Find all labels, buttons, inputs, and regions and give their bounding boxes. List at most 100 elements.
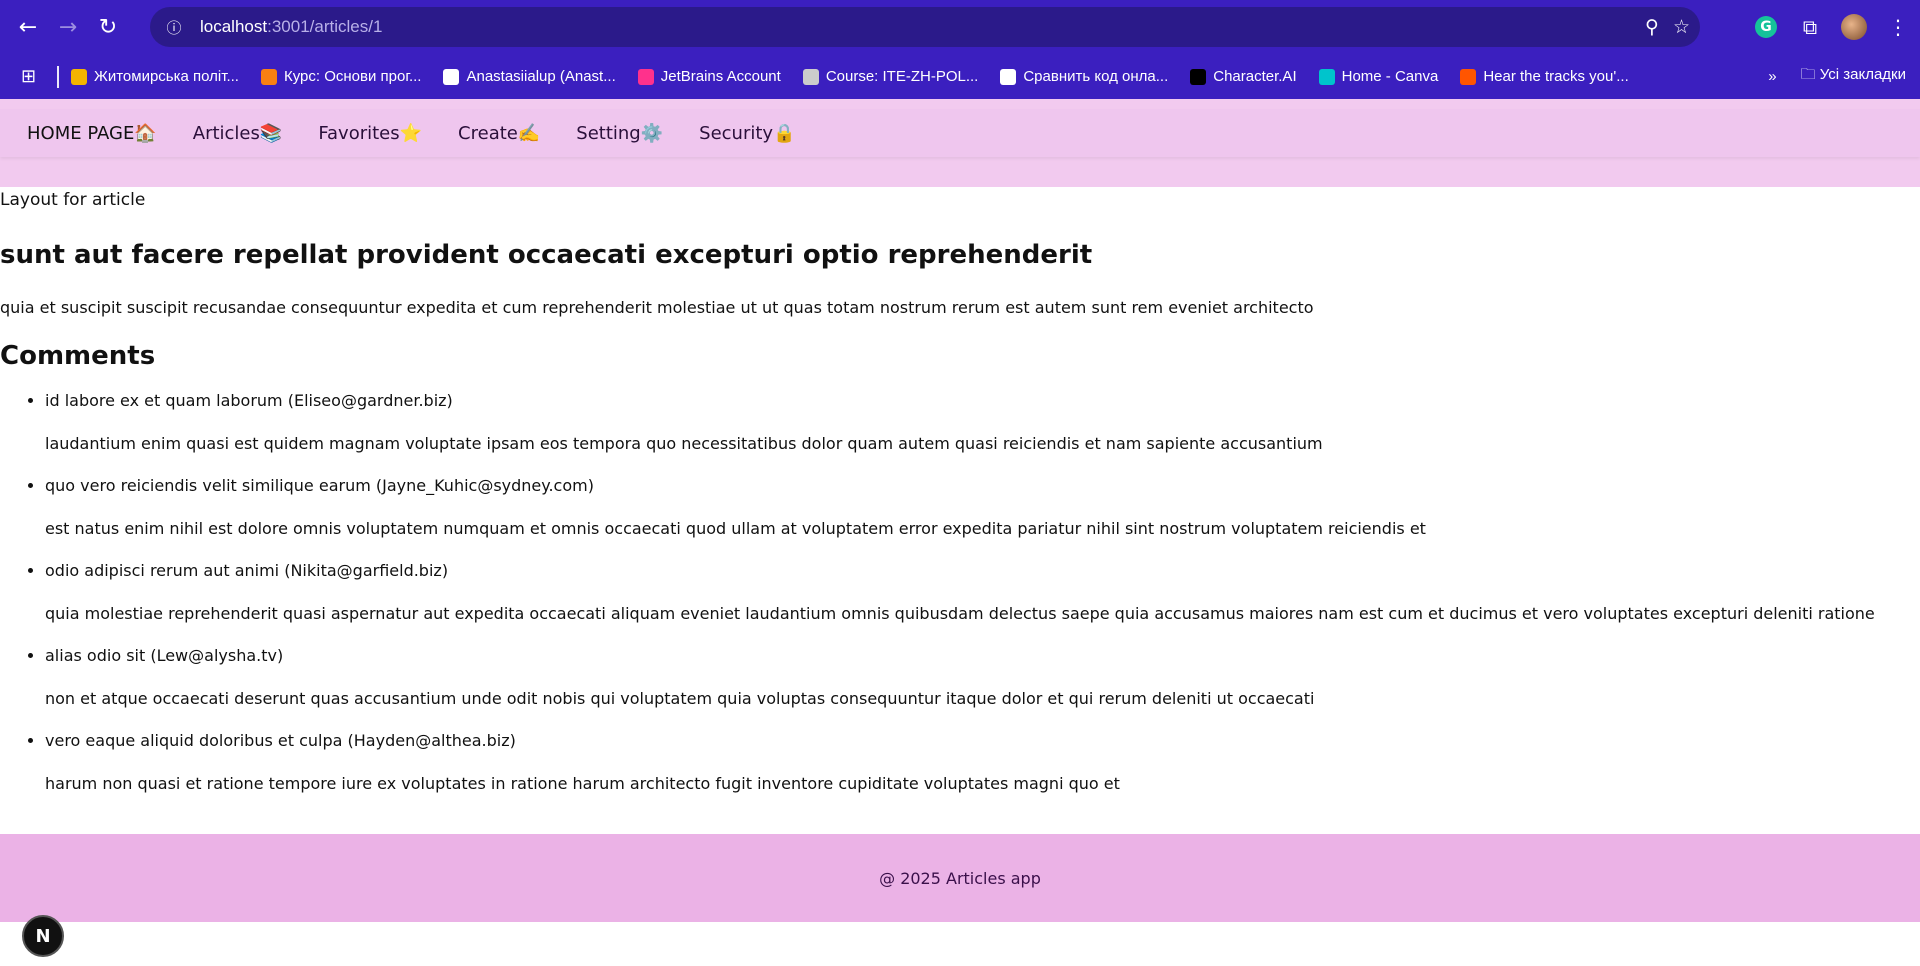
bookmark-item[interactable]: Course: ITE-ZH-POL...	[802, 68, 979, 85]
bookmark-item[interactable]: Anastasiialup (Anast...	[443, 68, 616, 85]
footer-copyright: @ 2025 Articles app	[879, 868, 1041, 888]
back-icon[interactable]: ←	[8, 7, 48, 47]
comment-email-close-paren: )	[446, 391, 453, 410]
nav-home[interactable]: HOME PAGE🏠	[27, 123, 157, 144]
url-text[interactable]: localhost:3001/articles/1	[200, 17, 382, 37]
bookmark-item[interactable]: Character.AI	[1190, 68, 1297, 85]
bookmark-label: Hear the tracks you'...	[1483, 68, 1629, 85]
comment-email-open-paren: (	[145, 646, 157, 665]
zoom-icon[interactable]: ⚲	[1645, 16, 1659, 38]
comment-email: Lew@alysha.tv	[156, 646, 277, 665]
comment-name: vero eaque aliquid doloribus et culpa	[45, 731, 343, 750]
article-body: quia et suscipit suscipit recusandae con…	[0, 298, 1314, 317]
comment-body: harum non quasi et ratione tempore iure …	[45, 774, 1120, 793]
comment-email-open-paren: (	[342, 731, 354, 750]
page-footer: @ 2025 Articles app	[0, 834, 1920, 922]
comment-item: quo vero reiciendis velit similique earu…	[45, 474, 1920, 541]
google-style-icon	[71, 68, 87, 85]
comment-body: quia molestiae reprehenderit quasi asper…	[45, 604, 1875, 623]
nav-create[interactable]: Create✍️	[458, 123, 540, 144]
bookmark-label: Житомирська політ...	[94, 68, 239, 85]
layout-label: Layout for article	[0, 190, 146, 210]
jetbrains-icon	[637, 68, 654, 85]
comment-header: vero eaque aliquid doloribus et culpa (H…	[45, 729, 1920, 753]
bookmark-label: Курс: Основи прог...	[283, 68, 422, 85]
comments-list: id labore ex et quam laborum (Eliseo@gar…	[0, 389, 1920, 796]
bookmarks-bar: ⊞ Житомирська політ... Курс: Основи прог.…	[0, 54, 1920, 99]
url-path: :3001/articles/1	[267, 17, 383, 36]
comment-name: id labore ex et quam laborum	[45, 391, 283, 410]
bookmark-star-icon[interactable]: ☆	[1673, 16, 1690, 38]
apps-grid-icon[interactable]: ⊞	[21, 66, 45, 87]
comment-header: quo vero reiciendis velit similique earu…	[45, 474, 1920, 498]
bookmark-item[interactable]: Home - Canva	[1318, 68, 1439, 85]
comment-email-open-paren: (	[370, 476, 383, 495]
profile-avatar[interactable]	[1832, 5, 1876, 49]
bookmark-label: Course: ITE-ZH-POL...	[825, 68, 979, 85]
canva-icon	[1318, 68, 1335, 85]
nextjs-dev-badge[interactable]: N	[22, 915, 64, 957]
site-info-icon[interactable]: ⓘ	[160, 13, 188, 41]
comment-email-close-paren: )	[441, 561, 449, 580]
all-bookmarks-folder[interactable]: 🗀 Усі закладки	[1801, 64, 1906, 89]
comment-body: laudantium enim quasi est quidem magnam …	[45, 434, 1323, 453]
bookmark-label: JetBrains Account	[660, 68, 781, 85]
bookmark-label: Home - Canva	[1341, 68, 1439, 85]
folder-icon: 🗀	[1800, 66, 1820, 83]
bookmark-item[interactable]: Житомирська політ...	[71, 68, 239, 85]
article-title: sunt aut facere repellat provident occae…	[0, 240, 1093, 270]
bookmark-item[interactable]: Сравнить код онла...	[1000, 68, 1168, 85]
comments-heading: Comments	[0, 341, 156, 371]
extensions-puzzle-icon[interactable]: ⧉	[1788, 5, 1832, 49]
nav-favorites[interactable]: Favorites⭐	[318, 123, 422, 144]
comment-header: alias odio sit (Lew@alysha.tv)	[45, 644, 1920, 668]
browser-toolbar: ← → ↻ ⓘ localhost:3001/articles/1 ⚲ ☆ G …	[0, 0, 1920, 54]
comment-body: non et atque occaecati deserunt quas acc…	[45, 689, 1315, 708]
bookmark-item[interactable]: Курс: Основи прог...	[260, 68, 422, 85]
reload-icon[interactable]: ↻	[88, 7, 128, 47]
nav-setting[interactable]: Setting⚙️	[576, 123, 663, 144]
app-navigation: HOME PAGE🏠 Articles📚 Favorites⭐ Create✍️ Set…	[0, 109, 1920, 157]
comment-header: odio adipisci rerum aut animi (Nikita@ga…	[45, 559, 1920, 583]
comment-email-close-paren: )	[509, 731, 516, 750]
comment-email-open-paren: (	[279, 561, 291, 580]
app-header: HOME PAGE🏠 Articles📚 Favorites⭐ Create✍️ Set…	[0, 99, 1920, 187]
comment-email-close-paren: )	[587, 476, 594, 495]
article-main: Layout for article sunt aut facere repel…	[0, 187, 1920, 814]
bookmark-item[interactable]: JetBrains Account	[637, 68, 781, 85]
bookmark-label: Сравнить код онла...	[1023, 68, 1169, 85]
bookmark-label: Character.AI	[1213, 68, 1297, 85]
browser-chrome: ← → ↻ ⓘ localhost:3001/articles/1 ⚲ ☆ G …	[0, 0, 1920, 99]
compare-icon	[1000, 68, 1017, 85]
comment-email: Jayne_Kuhic@sydney.com	[382, 476, 588, 495]
more-bookmarks-chevron-icon[interactable]: »	[1768, 68, 1776, 85]
browser-menu-icon[interactable]: ⋮	[1876, 5, 1920, 49]
nav-security[interactable]: Security🔒	[699, 123, 795, 144]
soundcloud-icon	[1460, 68, 1477, 85]
comment-email: Hayden@althea.biz	[353, 731, 510, 750]
bookmark-label: Anastasiialup (Anast...	[466, 68, 616, 85]
comment-item: odio adipisci rerum aut animi (Nikita@ga…	[45, 559, 1920, 626]
comment-body: est natus enim nihil est dolore omnis vo…	[45, 519, 1426, 538]
forward-icon[interactable]: →	[48, 7, 88, 47]
comment-item: vero eaque aliquid doloribus et culpa (H…	[45, 729, 1920, 796]
github-icon	[443, 68, 460, 85]
comment-item: alias odio sit (Lew@alysha.tv) non et atq…	[45, 644, 1920, 711]
address-bar[interactable]: ⓘ localhost:3001/articles/1 ⚲ ☆	[150, 7, 1700, 47]
bookmarks-divider	[57, 65, 59, 88]
moodle-icon	[260, 68, 277, 85]
bookmark-item[interactable]: Hear the tracks you'...	[1460, 68, 1629, 85]
all-bookmarks-label: Усі закладки	[1819, 66, 1906, 83]
comment-email: Nikita@garfield.biz	[290, 561, 442, 580]
comment-header: id labore ex et quam laborum (Eliseo@gar…	[45, 389, 1920, 413]
course-icon	[802, 68, 819, 85]
nav-articles[interactable]: Articles📚	[193, 123, 283, 144]
comment-email: Eliseo@gardner.biz	[293, 391, 447, 410]
comment-name: alias odio sit	[45, 646, 146, 665]
comment-item: id labore ex et quam laborum (Eliseo@gar…	[45, 389, 1920, 456]
comment-name: quo vero reiciendis velit similique earu…	[45, 476, 371, 495]
url-host: localhost	[200, 17, 268, 36]
comment-email-open-paren: (	[282, 391, 294, 410]
comment-name: odio adipisci rerum aut animi	[45, 561, 280, 580]
grammarly-extension-icon[interactable]: G	[1744, 5, 1788, 49]
